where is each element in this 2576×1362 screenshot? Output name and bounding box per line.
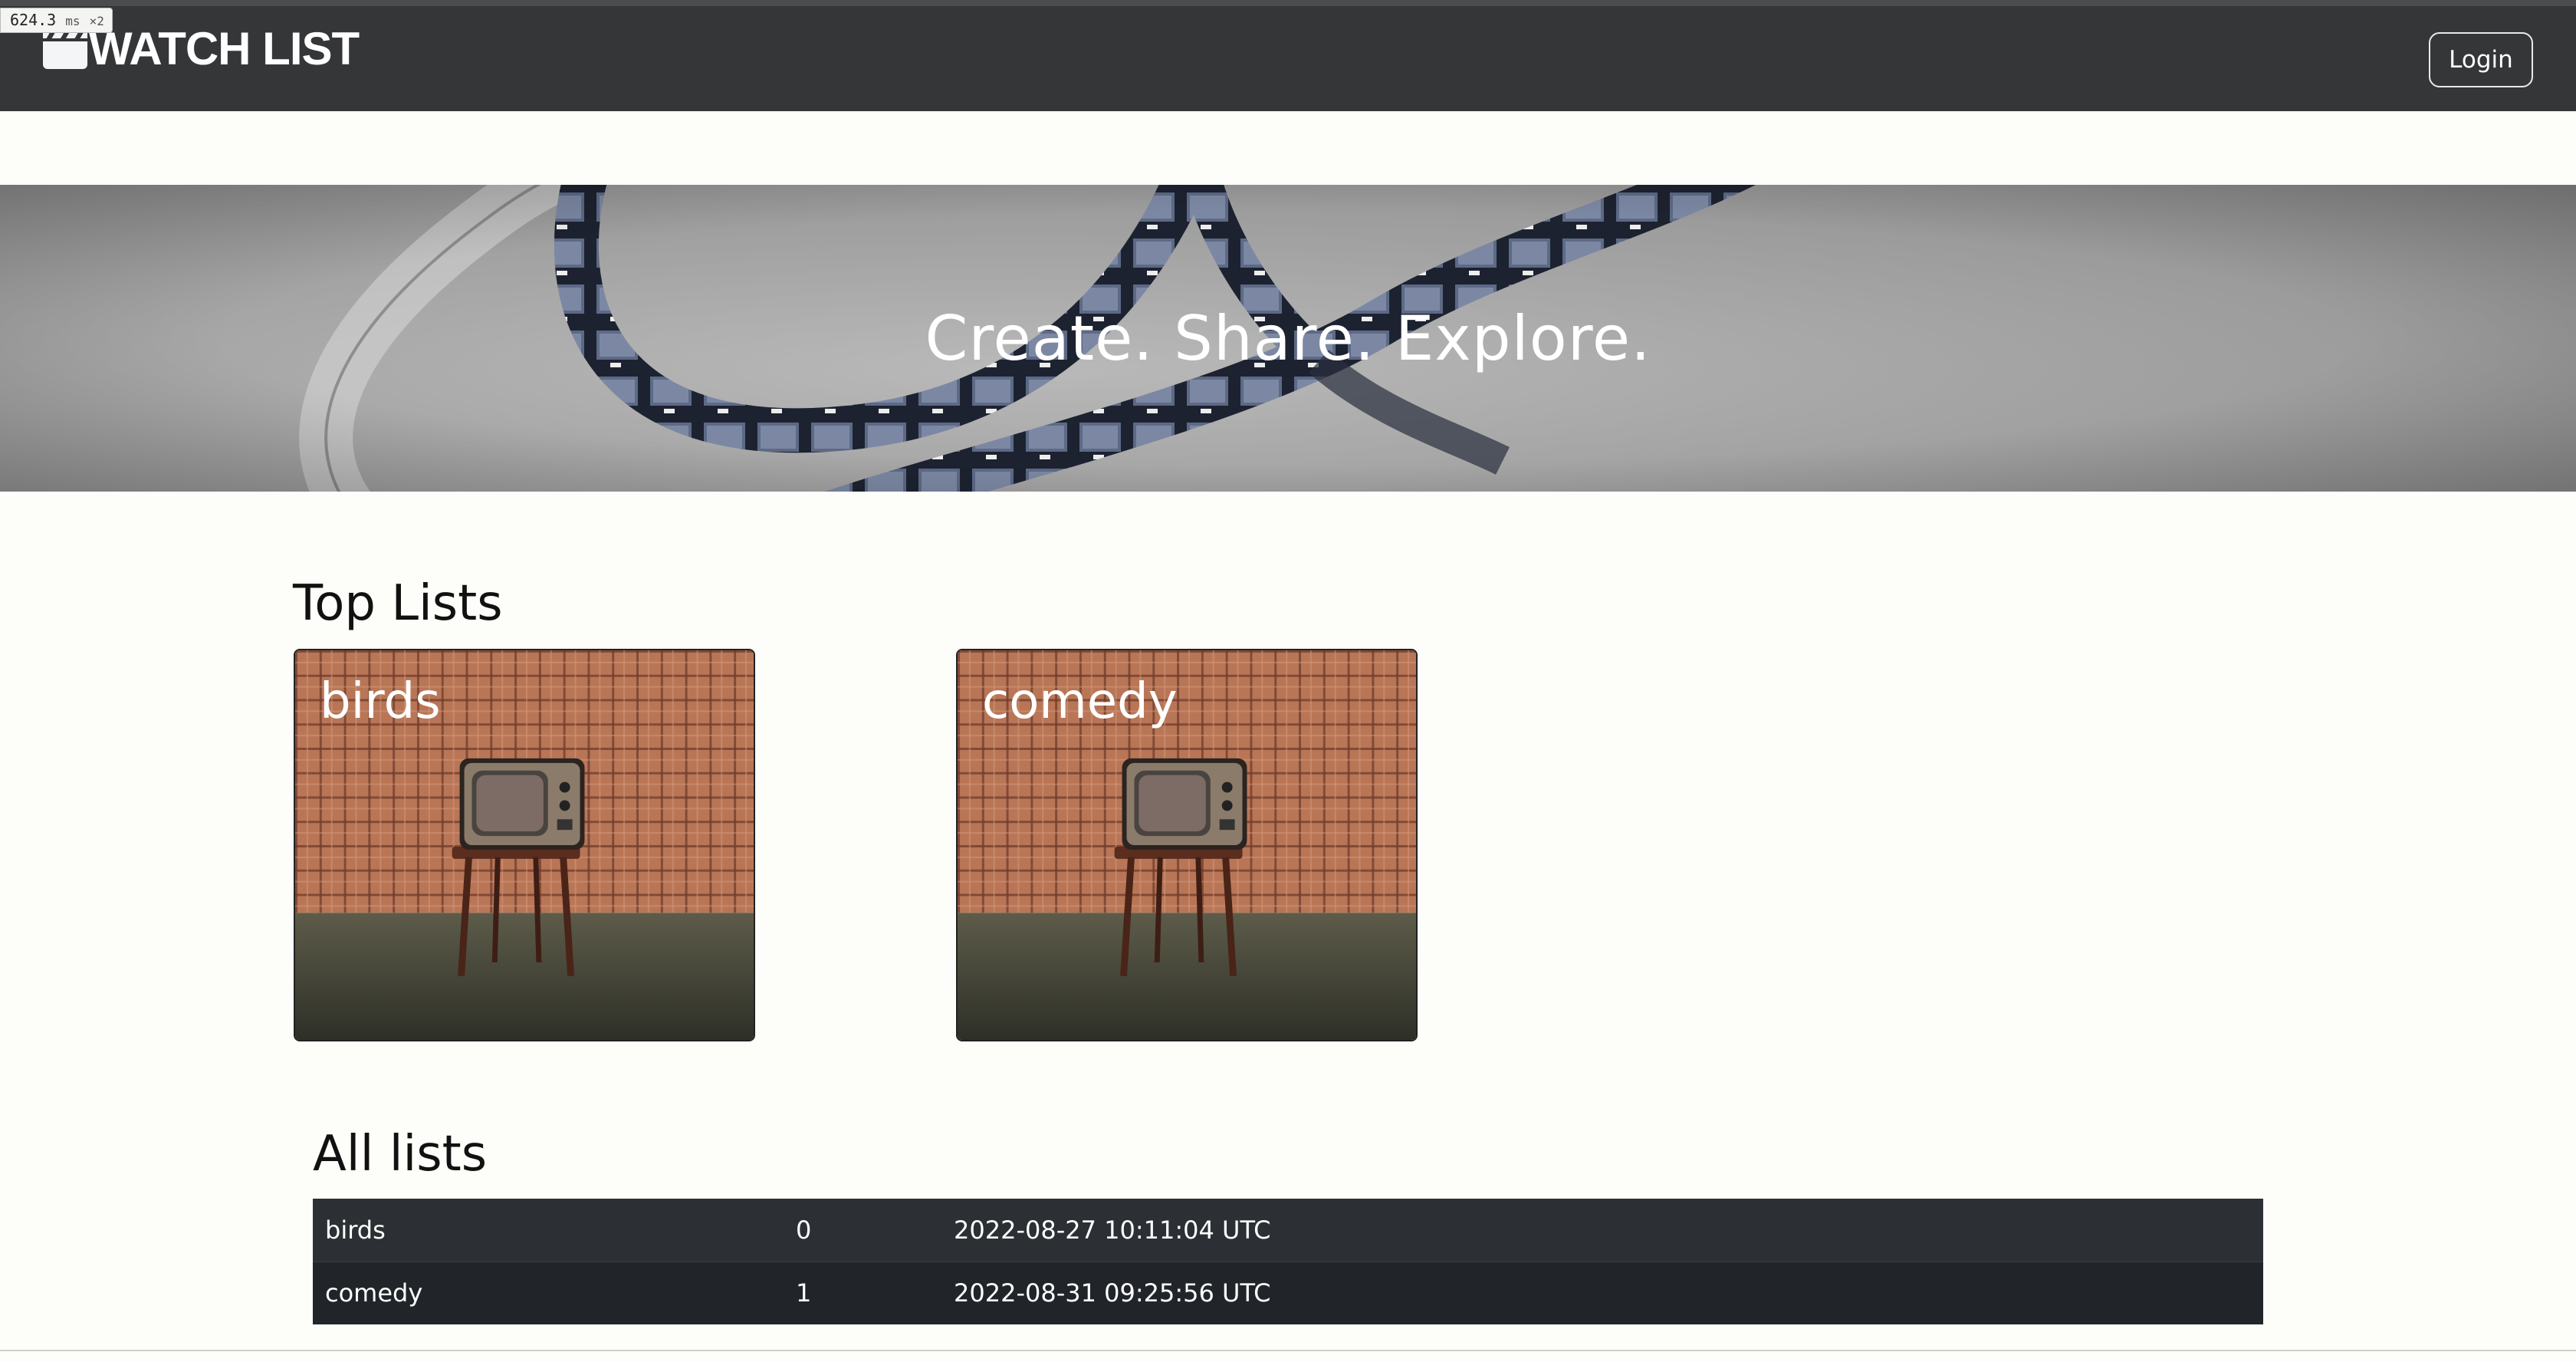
- list-created-cell: 2022-08-27 10:11:04 UTC: [954, 1215, 1271, 1245]
- perf-multiplier: ×2: [89, 14, 104, 28]
- performance-badge: 624.3 ms ×2: [0, 8, 113, 33]
- perf-value: 624.3: [10, 11, 57, 29]
- list-count-cell: 1: [796, 1261, 954, 1324]
- login-button[interactable]: Login: [2429, 32, 2533, 87]
- list-name-cell: birds: [325, 1215, 386, 1245]
- card-title: birds: [320, 673, 441, 730]
- hero-tagline: Create. Share. Explore.: [925, 302, 1651, 374]
- brand-link[interactable]: WATCH LIST: [43, 23, 360, 74]
- all-lists-heading: All lists: [313, 1126, 488, 1183]
- top-border: [0, 0, 2576, 6]
- top-list-card-birds[interactable]: birds: [294, 649, 755, 1041]
- clapperboard-icon: [43, 29, 87, 69]
- list-count-cell: 0: [796, 1215, 812, 1245]
- list-name-cell: comedy: [313, 1261, 796, 1324]
- perf-unit: ms: [65, 14, 80, 28]
- navbar: WATCH LIST Login: [0, 6, 2576, 111]
- brand-title: WATCH LIST: [89, 23, 360, 74]
- hero-banner: Create. Share. Explore.: [0, 185, 2576, 492]
- table-row[interactable]: birds 0 2022-08-27 10:11:04 UTC: [313, 1199, 2263, 1262]
- top-lists-heading: Top Lists: [293, 575, 503, 632]
- all-lists-table: birds 0 2022-08-27 10:11:04 UTC comedy 1…: [313, 1199, 2263, 1324]
- table-row[interactable]: comedy 1 2022-08-31 09:25:56 UTC: [313, 1261, 2263, 1324]
- card-title: comedy: [982, 673, 1178, 730]
- top-list-card-comedy[interactable]: comedy: [956, 649, 1418, 1041]
- list-created-cell: 2022-08-31 09:25:56 UTC: [954, 1261, 2263, 1324]
